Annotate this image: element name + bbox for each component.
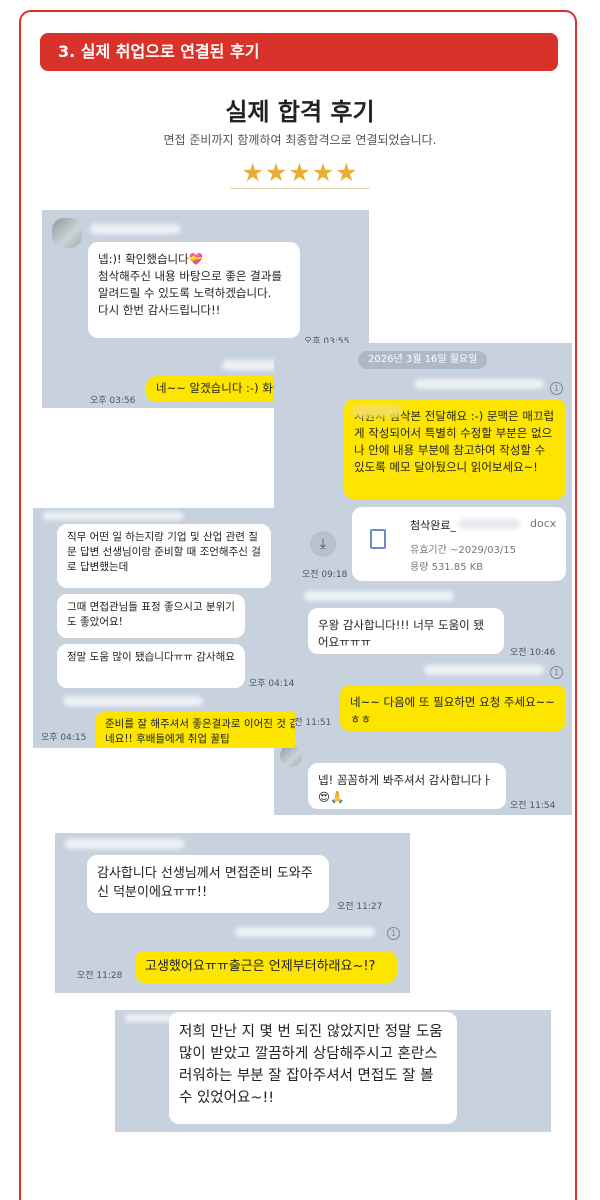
chat-message: 정말 도움 많이 됐습니다ㅠㅠ 감사해요 <box>57 644 245 688</box>
blurred-name <box>43 512 183 520</box>
divider <box>230 188 370 189</box>
message-time: 오후 04:15 <box>41 733 87 743</box>
blurred-name <box>65 839 185 849</box>
star-rating: ★★★★★ <box>241 158 359 187</box>
avatar-icon <box>280 745 302 767</box>
file-expiry: 유효기간 ~2029/03/15 <box>410 545 516 556</box>
chat-screenshot-3: 직무 어떤 일 하는지랑 기업 및 산업 관련 질문 답변 선생님이랑 준비할 … <box>33 508 295 748</box>
blurred-text <box>424 665 544 675</box>
chat-message: 저희 만난 지 몇 번 되진 않았지만 정말 도움 많이 받았고 깔끔하게 상담… <box>169 1012 457 1124</box>
message-time: 오전 11:27 <box>337 902 383 912</box>
page-subtitle: 면접 준비까지 함께하여 최종합격으로 연결되었습니다. <box>163 133 437 147</box>
chat-reply: 준비를 잘 해주셔서 좋은결과로 이어진 것 같네요!! 후배들에게 취업 꿀팁 <box>95 712 295 748</box>
download-icon[interactable]: ⤓ <box>310 531 336 557</box>
file-extension: docx <box>530 517 557 530</box>
chat-message: 감사합니다 선생님께서 면접준비 도와주신 덕분이에요ㅠㅠ!! <box>87 855 329 913</box>
blurred-text <box>352 405 402 417</box>
file-attachment[interactable]: 첨삭완료_ docx 유효기간 ~2029/03/15 용량 531.85 KB <box>352 507 566 581</box>
chat-message: 그때 면접관님들 표정 좋으시고 분위기도 좋았어요! <box>57 594 245 638</box>
file-name: 첨삭완료_ <box>410 519 456 532</box>
blurred-name <box>304 591 454 601</box>
chat-message: 직무 어떤 일 하는지랑 기업 및 산업 관련 질문 답변 선생님이랑 준비할 … <box>57 524 271 588</box>
chat-message: 우왕 감사합니다!!! 너무 도움이 됐어요ㅠㅠㅠ <box>308 608 504 654</box>
message-time: 오전 09:18 <box>302 570 348 580</box>
chat-screenshot-2: 2026년 3월 16일 월요일 1 지원서 첨삭본 전달해요 :-) 문맥은 … <box>274 343 572 815</box>
message-time: 오전 11:54 <box>510 801 556 811</box>
message-time: 오전 10:46 <box>510 648 556 658</box>
chat-reply: 고생했어요ㅠㅠ출근은 언제부터하래요~!? <box>135 951 397 983</box>
chat-message: 넵:)! 확인했습니다💝 첨삭해주신 내용 바탕으로 좋은 결과를 알려드릴 수… <box>88 242 300 338</box>
avatar-icon <box>52 218 82 248</box>
chat-message: 넵! 꼼꼼하게 봐주셔서 감사합니다ㅏ 😍🙏 <box>308 763 506 809</box>
message-time: 오후 04:14 <box>249 679 295 689</box>
message-time: 오전 11:28 <box>77 971 123 981</box>
file-icon <box>370 529 386 549</box>
blurred-text <box>235 927 375 937</box>
chat-screenshot-4: 감사합니다 선생님께서 면접준비 도와주신 덕분이에요ㅠㅠ!! 오전 11:27… <box>55 833 410 993</box>
message-time: 오후 03:56 <box>90 396 136 406</box>
file-size: 용량 531.85 KB <box>410 562 484 573</box>
section-header: 3. 실제 취업으로 연결된 후기 <box>40 33 558 71</box>
chat-reply: 네~~ 다음에 또 필요하면 요청 주세요~~ㅎㅎ <box>340 685 566 731</box>
read-count-icon: 1 <box>387 927 400 940</box>
blurred-text <box>458 519 520 529</box>
blurred-text <box>63 696 203 706</box>
chat-screenshot-5: 저희 만난 지 몇 번 되진 않았지만 정말 도움 많이 받았고 깔끔하게 상담… <box>115 1010 551 1132</box>
blurred-name <box>414 379 544 389</box>
read-count-icon: 1 <box>550 666 563 679</box>
blurred-name <box>90 224 180 234</box>
read-count-icon: 1 <box>550 382 563 395</box>
date-divider: 2026년 3월 16일 월요일 <box>358 351 488 369</box>
page-title: 실제 합격 후기 <box>225 98 375 126</box>
